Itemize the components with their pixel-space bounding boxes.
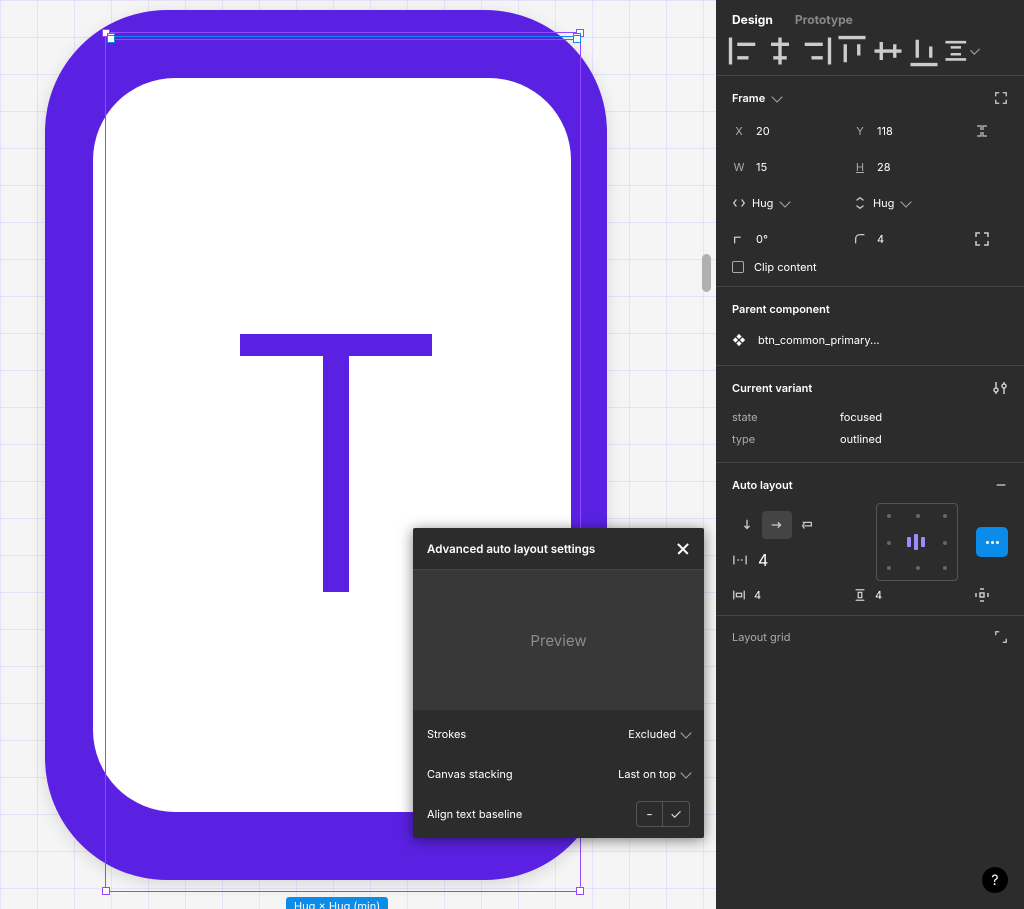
- alignment-preview-icon: [907, 534, 925, 550]
- selection-size-pill: Hug × Hug (min): [286, 897, 388, 909]
- x-field[interactable]: X20: [732, 116, 843, 146]
- variant-state[interactable]: statefocused: [732, 406, 1008, 428]
- wrap-icon[interactable]: [792, 511, 822, 539]
- height-field[interactable]: H28: [853, 152, 964, 182]
- baseline-label: Align text baseline: [427, 807, 522, 821]
- parent-component-link[interactable]: btn_common_primary...: [732, 327, 1008, 353]
- distribute-icon[interactable]: [942, 39, 978, 63]
- tab-design[interactable]: Design: [732, 12, 773, 27]
- autolayout-title: Auto layout: [732, 478, 793, 492]
- autolayout-section: Auto layout 4: [716, 463, 1024, 616]
- popup-title: Advanced auto layout settings: [427, 542, 595, 556]
- selection-box[interactable]: [110, 36, 578, 40]
- close-icon[interactable]: [676, 542, 690, 556]
- strokes-label: Strokes: [427, 727, 466, 741]
- stacking-row[interactable]: Canvas stacking Last on top: [427, 754, 690, 794]
- padding-vertical-field[interactable]: 4: [853, 588, 966, 602]
- chevron-down-icon: [680, 727, 691, 738]
- baseline-off[interactable]: -: [637, 802, 663, 826]
- alignment-grid[interactable]: [876, 503, 958, 581]
- gap-field[interactable]: 4: [732, 547, 826, 573]
- parent-component-section: Parent component btn_common_primary...: [716, 287, 1024, 366]
- layout-grid-section[interactable]: Layout grid: [716, 616, 1024, 658]
- remove-autolayout-icon[interactable]: [994, 478, 1008, 492]
- help-button[interactable]: ?: [982, 867, 1008, 893]
- clip-content-checkbox[interactable]: Clip content: [732, 260, 1008, 274]
- resize-handle-bl[interactable]: [107, 35, 115, 43]
- independent-corners-icon[interactable]: [974, 224, 1008, 254]
- popup-preview: Preview: [413, 570, 704, 710]
- frame-target-icon[interactable]: [974, 116, 1008, 146]
- tab-prototype[interactable]: Prototype: [795, 12, 853, 27]
- direction-toggle[interactable]: [732, 511, 826, 539]
- independent-padding-icon[interactable]: [974, 587, 1008, 603]
- width-sizing[interactable]: Hug: [732, 188, 843, 218]
- frame-title[interactable]: Frame: [732, 91, 765, 105]
- canvas-scrollbar-thumb[interactable]: [702, 254, 711, 292]
- chevron-down-icon: [901, 196, 912, 207]
- strokes-row[interactable]: Strokes Excluded: [427, 714, 690, 754]
- alignment-toolbar: [716, 31, 1024, 76]
- padding-horizontal-field[interactable]: 4: [732, 588, 845, 602]
- align-hcenter-icon[interactable]: [762, 39, 798, 63]
- layout-grid-title: Layout grid: [732, 630, 790, 644]
- baseline-on[interactable]: ✓: [663, 802, 689, 826]
- sliders-icon[interactable]: [992, 380, 1008, 396]
- align-vcenter-icon[interactable]: [870, 39, 906, 63]
- design-panel: Design Prototype Frame X20 Y118 W15 H28: [716, 0, 1024, 909]
- width-field[interactable]: W15: [732, 152, 843, 182]
- autolayout-more-button[interactable]: [976, 527, 1008, 557]
- rotation-field[interactable]: 0°: [732, 224, 843, 254]
- corner-radius-field[interactable]: 4: [853, 224, 964, 254]
- baseline-row: Align text baseline - ✓: [427, 794, 690, 834]
- panel-tabs: Design Prototype: [716, 0, 1024, 31]
- clip-label: Clip content: [754, 260, 817, 274]
- advanced-autolayout-popup: Advanced auto layout settings Preview St…: [413, 528, 704, 838]
- chevron-down-icon: [780, 196, 791, 207]
- align-left-icon[interactable]: [726, 39, 762, 63]
- strokes-value: Excluded: [628, 727, 676, 741]
- resize-handle-br[interactable]: [573, 35, 581, 43]
- expand-icon[interactable]: [994, 630, 1008, 644]
- component-icon: [732, 333, 746, 347]
- align-right-icon[interactable]: [798, 39, 834, 63]
- variant-title: Current variant: [732, 381, 812, 395]
- variant-section: Current variant statefocused typeoutline…: [716, 366, 1024, 463]
- parent-name: btn_common_primary...: [758, 333, 880, 347]
- stacking-value: Last on top: [618, 767, 676, 781]
- resize-to-fit-icon[interactable]: [994, 91, 1008, 105]
- y-field[interactable]: Y118: [853, 116, 964, 146]
- checkbox-icon: [732, 261, 744, 273]
- chevron-down-icon[interactable]: [772, 91, 783, 102]
- align-top-icon[interactable]: [834, 39, 870, 63]
- height-sizing[interactable]: Hug: [853, 188, 964, 218]
- align-bottom-icon[interactable]: [906, 39, 942, 63]
- vertical-icon[interactable]: [732, 511, 762, 539]
- baseline-toggle[interactable]: - ✓: [636, 801, 690, 827]
- horizontal-icon[interactable]: [762, 511, 792, 539]
- stacking-label: Canvas stacking: [427, 767, 513, 781]
- variant-type[interactable]: typeoutlined: [732, 428, 1008, 450]
- chevron-down-icon: [680, 767, 691, 778]
- frame-section: Frame X20 Y118 W15 H28 Hug Hug: [716, 76, 1024, 287]
- parent-title: Parent component: [732, 302, 830, 316]
